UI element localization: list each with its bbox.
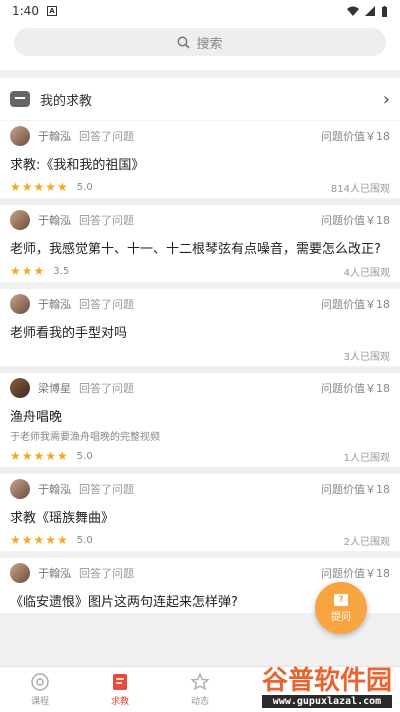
avatar xyxy=(10,378,30,398)
action-text: 回答了问题 xyxy=(79,298,134,311)
status-time: 1:40 xyxy=(12,4,39,18)
status-bar: 1:40 A xyxy=(0,0,400,22)
my-help-label: 我的求教 xyxy=(40,93,93,109)
disc-icon xyxy=(31,673,49,691)
question-card[interactable]: 于翰泓 回答了问题 问题价值￥18 老师看我的手型对吗 3人已围观 xyxy=(0,289,400,366)
nav-item-feed[interactable]: 动态 xyxy=(160,667,240,712)
author-name: 于翰泓 xyxy=(38,298,71,311)
question-value: 问题价值￥18 xyxy=(321,481,390,497)
author-name: 于翰泓 xyxy=(38,567,71,580)
watch-count: 814人已围观 xyxy=(330,183,390,195)
avatar xyxy=(10,563,30,583)
rating-value: 5.0 xyxy=(76,534,93,546)
avatar xyxy=(10,479,30,499)
question-title: 渔舟唱晚 xyxy=(10,410,63,425)
question-title: 老师，我感觉第十、十一、十二根琴弦有点噪音，需要怎么改正? xyxy=(10,242,381,257)
watch-count: 2人已围观 xyxy=(343,536,390,548)
question-title: 求教《瑶族舞曲》 xyxy=(10,511,115,526)
avatar xyxy=(10,210,30,230)
action-text: 回答了问题 xyxy=(79,382,134,395)
watermark: 谷普软件园 www.gupuxlazal.com xyxy=(261,666,392,708)
question-value: 问题价值￥18 xyxy=(321,380,390,396)
fab-label: 提问 xyxy=(331,611,351,623)
rating-value: 5.0 xyxy=(76,181,93,193)
search-icon xyxy=(178,36,191,49)
rating-value: 5.0 xyxy=(76,450,93,462)
wifi-icon xyxy=(347,6,359,16)
search-area: 搜索 xyxy=(0,22,400,70)
price: ￥18 xyxy=(365,214,390,227)
value-label: 问题价值 xyxy=(321,298,365,311)
action-text: 回答了问题 xyxy=(79,567,134,580)
watermark-sub: www.gupuxlazal.com xyxy=(261,695,392,708)
rating-stars: ★★★★★ xyxy=(10,180,69,194)
nav-label: 课程 xyxy=(30,697,49,707)
action-text: 回答了问题 xyxy=(79,483,134,496)
question-value: 问题价值￥18 xyxy=(321,128,390,144)
question-card[interactable]: 梁博星 回答了问题 问题价值￥18 渔舟唱晚 于老师我需要渔舟唱晚的完整视频 ★… xyxy=(0,373,400,467)
action-text: 回答了问题 xyxy=(79,214,134,227)
price: ￥18 xyxy=(365,130,390,143)
nav-label: 求教 xyxy=(110,697,129,707)
message-icon xyxy=(10,91,30,107)
value-label: 问题价值 xyxy=(321,214,365,227)
value-label: 问题价值 xyxy=(321,130,365,143)
watch-count: 3人已围观 xyxy=(343,351,390,363)
price: ￥18 xyxy=(365,567,390,580)
watch-count: 1人已围观 xyxy=(343,452,390,464)
chevron-right-icon: › xyxy=(382,88,390,110)
question-value: 问题价值￥18 xyxy=(321,296,390,312)
rating-stars: ★★★ xyxy=(10,264,46,278)
question-icon: ? xyxy=(334,593,348,606)
battery-icon xyxy=(382,5,387,17)
watch-count: 4人已围观 xyxy=(343,267,390,279)
nav-item-courses[interactable]: 课程 xyxy=(0,667,80,712)
nav-item-help[interactable]: 求教 xyxy=(80,667,160,712)
question-title: 老师看我的手型对吗 xyxy=(10,326,128,341)
author-name: 于翰泓 xyxy=(38,130,71,143)
question-value: 问题价值￥18 xyxy=(321,565,390,581)
search-label: 搜索 xyxy=(196,36,223,52)
price: ￥18 xyxy=(365,382,390,395)
author-name: 于翰泓 xyxy=(38,214,71,227)
author-name: 于翰泓 xyxy=(38,483,71,496)
nav-label: 动态 xyxy=(190,697,209,707)
question-card[interactable]: 于翰泓 回答了问题 问题价值￥18 求教《瑶族舞曲》 ★★★★★ 5.0 2人已… xyxy=(0,474,400,551)
a-icon: A xyxy=(46,6,57,16)
search-input[interactable]: 搜索 xyxy=(14,28,386,56)
question-description: 于老师我需要渔舟唱晚的完整视频 xyxy=(10,432,160,443)
avatar xyxy=(10,126,30,146)
action-text: 回答了问题 xyxy=(79,130,134,143)
star-icon xyxy=(190,672,210,691)
rating-stars: ★★★★★ xyxy=(10,449,69,463)
author-name: 梁博星 xyxy=(38,382,71,395)
my-help-row[interactable]: 我的求教 › xyxy=(0,78,400,120)
question-card[interactable]: 于翰泓 回答了问题 问题价值￥18 求教:《我和我的祖国》 ★★★★★ 5.0 … xyxy=(0,121,400,198)
value-label: 问题价值 xyxy=(321,567,365,580)
question-value: 问题价值￥18 xyxy=(321,212,390,228)
value-label: 问题价值 xyxy=(321,382,365,395)
ask-question-button[interactable]: ? 提问 xyxy=(315,582,367,634)
question-card[interactable]: 于翰泓 回答了问题 问题价值￥18 老师，我感觉第十、十一、十二根琴弦有点噪音，… xyxy=(0,205,400,282)
signal-icon xyxy=(365,6,375,16)
rating-stars: ★★★★★ xyxy=(10,533,69,547)
question-title: 求教:《我和我的祖国》 xyxy=(10,158,145,173)
edit-icon xyxy=(113,674,127,690)
watermark-main: 谷普软件园 xyxy=(261,666,392,696)
price: ￥18 xyxy=(365,298,390,311)
value-label: 问题价值 xyxy=(321,483,365,496)
rating-value: 3.5 xyxy=(53,265,70,277)
question-list: 于翰泓 回答了问题 问题价值￥18 求教:《我和我的祖国》 ★★★★★ 5.0 … xyxy=(0,121,400,620)
price: ￥18 xyxy=(365,483,390,496)
avatar xyxy=(10,294,30,314)
